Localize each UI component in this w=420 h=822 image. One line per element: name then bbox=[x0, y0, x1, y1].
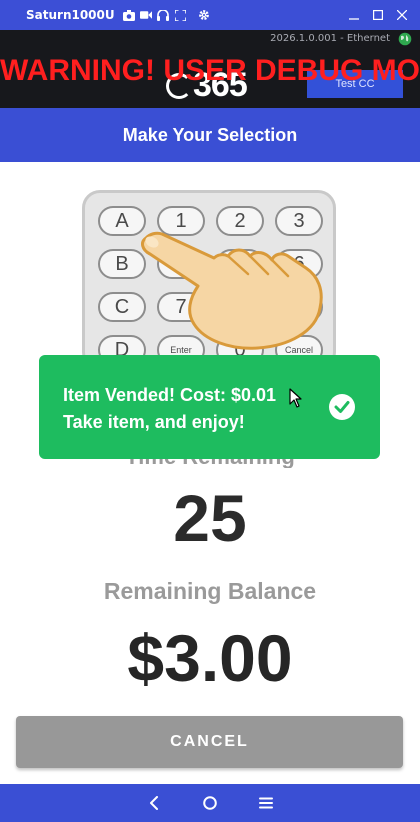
vend-success-toast: Item Vended! Cost: $0.01 Take item, and … bbox=[39, 355, 380, 459]
fullscreen-icon[interactable] bbox=[174, 9, 186, 21]
menu-icon[interactable] bbox=[238, 784, 294, 822]
kiosk-window: Saturn1000U 2026.1.0.001 - Ethernet 365 … bbox=[0, 0, 420, 822]
remaining-balance-label: Remaining Balance bbox=[103, 578, 317, 604]
close-icon[interactable] bbox=[390, 3, 414, 27]
selection-title: Make Your Selection bbox=[122, 124, 298, 145]
pointing-hand-icon bbox=[141, 231, 323, 350]
remaining-balance-value: $3.00 bbox=[127, 621, 293, 695]
toast-submessage: Take item, and enjoy! bbox=[63, 412, 245, 432]
minimize-icon[interactable] bbox=[342, 3, 366, 27]
app-header: 2026.1.0.001 - Ethernet 365 Test CC WARN… bbox=[0, 30, 420, 108]
cancel-button[interactable]: CANCEL bbox=[16, 716, 403, 768]
gear-icon[interactable] bbox=[198, 9, 210, 21]
video-icon[interactable] bbox=[140, 9, 152, 21]
toast-message: Item Vended! Cost: $0.01 bbox=[63, 385, 277, 405]
mouse-cursor-icon bbox=[289, 388, 302, 408]
home-icon[interactable] bbox=[182, 784, 238, 822]
check-icon bbox=[329, 394, 355, 420]
maximize-icon[interactable] bbox=[366, 3, 390, 27]
headset-icon[interactable] bbox=[157, 9, 169, 21]
version-label: 2026.1.0.001 - Ethernet bbox=[270, 33, 390, 44]
selection-header: Make Your Selection bbox=[0, 108, 420, 162]
debug-warning: WARNING! USER DEBUG MODE bbox=[0, 54, 420, 87]
window-title: Saturn1000U bbox=[26, 8, 115, 22]
globe-icon bbox=[398, 32, 412, 46]
back-icon[interactable] bbox=[126, 784, 182, 822]
toolbar bbox=[118, 9, 210, 21]
window-controls bbox=[342, 0, 414, 30]
time-remaining-value: 25 bbox=[173, 481, 247, 555]
camera-icon[interactable] bbox=[123, 9, 135, 21]
system-nav-bar bbox=[0, 784, 420, 822]
window-titlebar: Saturn1000U bbox=[0, 0, 420, 30]
